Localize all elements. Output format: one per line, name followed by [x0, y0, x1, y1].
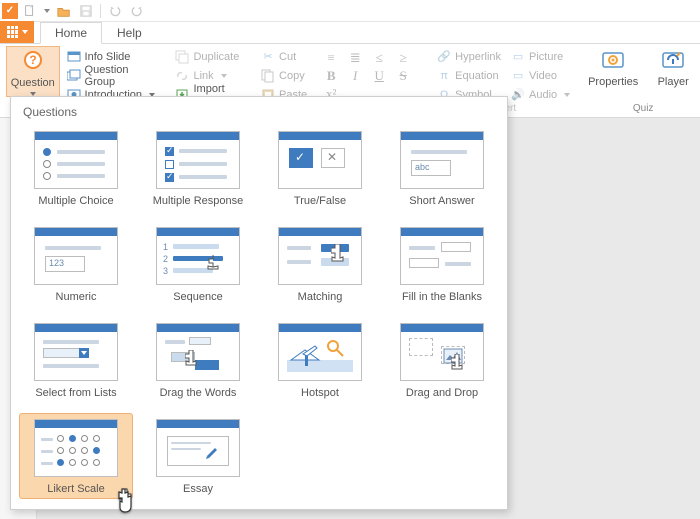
duplicate-button[interactable]: Duplicate	[172, 48, 246, 65]
indent-dec-icon[interactable]: ≤	[370, 50, 388, 66]
cut-button[interactable]: ✂Cut	[258, 48, 310, 65]
question-type-essay[interactable]: Essay	[141, 413, 255, 499]
audio-button[interactable]: 🔊Audio	[508, 86, 573, 103]
save-button[interactable]	[76, 2, 96, 20]
link-button[interactable]: Link	[172, 67, 246, 84]
question-type-short-answer[interactable]: abc Short Answer	[385, 125, 499, 211]
copy-button[interactable]: Copy	[258, 67, 310, 84]
q-label: Essay	[183, 483, 213, 495]
duplicate-label: Duplicate	[193, 51, 239, 63]
q-label: Likert Scale	[47, 483, 104, 495]
equation-label: Equation	[455, 70, 498, 82]
question-type-true-false[interactable]: ✓ ✕ True/False	[263, 125, 377, 211]
video-button[interactable]: ▭Video	[508, 67, 573, 84]
cut-label: Cut	[279, 51, 296, 63]
q-label: Drag the Words	[160, 387, 237, 399]
svg-text:?: ?	[29, 53, 36, 67]
file-tab[interactable]	[0, 21, 34, 43]
copy-label: Copy	[279, 70, 305, 82]
group-quiz-label: Quiz	[585, 103, 700, 117]
ribbon-tabs: Home Help	[0, 22, 700, 44]
chevron-down-icon	[564, 93, 570, 97]
hyperlink-button[interactable]: 🔗Hyperlink	[434, 48, 504, 65]
q-label: Sequence	[173, 291, 223, 303]
question-button-label: Question	[11, 77, 55, 89]
question-grid: Multiple Choice ✓ ✓ Multiple Response ✓ …	[19, 125, 499, 499]
player-button[interactable]: Player	[645, 46, 700, 88]
link-label: Link	[193, 70, 213, 82]
indent-inc-icon[interactable]: ≥	[394, 50, 412, 66]
question-button[interactable]: ? Question	[6, 46, 60, 97]
info-slide-button[interactable]: Info Slide	[64, 48, 161, 65]
question-type-multiple-response[interactable]: ✓ ✓ Multiple Response	[141, 125, 255, 211]
info-slide-label: Info Slide	[85, 51, 131, 63]
player-label: Player	[658, 76, 689, 88]
equation-button[interactable]: πEquation	[434, 67, 504, 84]
group-quiz: Properties Player Quiz	[579, 44, 700, 117]
question-type-hotspot[interactable]: Hotspot	[263, 317, 377, 403]
question-type-drag-the-words[interactable]: Drag the Words	[141, 317, 255, 403]
q-label: True/False	[294, 195, 346, 207]
underline-button[interactable]: U	[370, 68, 388, 84]
bold-button[interactable]: B	[322, 68, 340, 84]
question-type-sequence[interactable]: 1 2 3 Sequence	[141, 221, 255, 307]
question-type-multiple-choice[interactable]: Multiple Choice	[19, 125, 133, 211]
new-button[interactable]	[20, 2, 40, 20]
q-label: Numeric	[56, 291, 97, 303]
question-type-likert-scale[interactable]: Likert Scale	[19, 413, 133, 499]
bullets-icon[interactable]: ≡	[322, 50, 340, 66]
redo-button[interactable]	[127, 2, 147, 20]
open-button[interactable]	[54, 2, 74, 20]
properties-button[interactable]: Properties	[585, 46, 641, 88]
question-type-select-from-lists[interactable]: Select from Lists	[19, 317, 133, 403]
qat-dropdown[interactable]	[42, 2, 52, 20]
q-label: Multiple Choice	[38, 195, 113, 207]
q-label: Hotspot	[301, 387, 339, 399]
q-label: Matching	[298, 291, 343, 303]
question-dropdown: Questions Multiple Choice ✓ ✓ Multiple R…	[10, 96, 508, 510]
audio-label: Audio	[529, 89, 557, 101]
quick-access-toolbar	[0, 0, 700, 22]
properties-label: Properties	[588, 76, 638, 88]
question-group-button[interactable]: Question Group	[64, 67, 161, 84]
q-label: Short Answer	[409, 195, 474, 207]
question-type-fill-in-the-blanks[interactable]: Fill in the Blanks	[385, 221, 499, 307]
chevron-down-icon	[221, 74, 227, 78]
picture-button[interactable]: ▭Picture	[508, 48, 573, 65]
tab-home[interactable]: Home	[40, 22, 102, 44]
strike-button[interactable]: S	[394, 68, 412, 84]
q-label: Drag and Drop	[406, 387, 478, 399]
question-type-drag-and-drop[interactable]: Drag and Drop	[385, 317, 499, 403]
video-label: Video	[529, 70, 557, 82]
italic-button[interactable]: I	[346, 68, 364, 84]
numbering-icon[interactable]: ≣	[346, 50, 364, 66]
picture-label: Picture	[529, 51, 563, 63]
dropdown-title: Questions	[19, 103, 499, 125]
q-label: Select from Lists	[35, 387, 116, 399]
q-label: Multiple Response	[153, 195, 244, 207]
q-label: Fill in the Blanks	[402, 291, 482, 303]
undo-button[interactable]	[105, 2, 125, 20]
hyperlink-label: Hyperlink	[455, 51, 501, 63]
tab-help[interactable]: Help	[102, 21, 157, 43]
question-type-matching[interactable]: Matching	[263, 221, 377, 307]
app-icon	[2, 3, 18, 19]
question-group-label: Question Group	[85, 64, 158, 88]
question-type-numeric[interactable]: 123 Numeric	[19, 221, 133, 307]
